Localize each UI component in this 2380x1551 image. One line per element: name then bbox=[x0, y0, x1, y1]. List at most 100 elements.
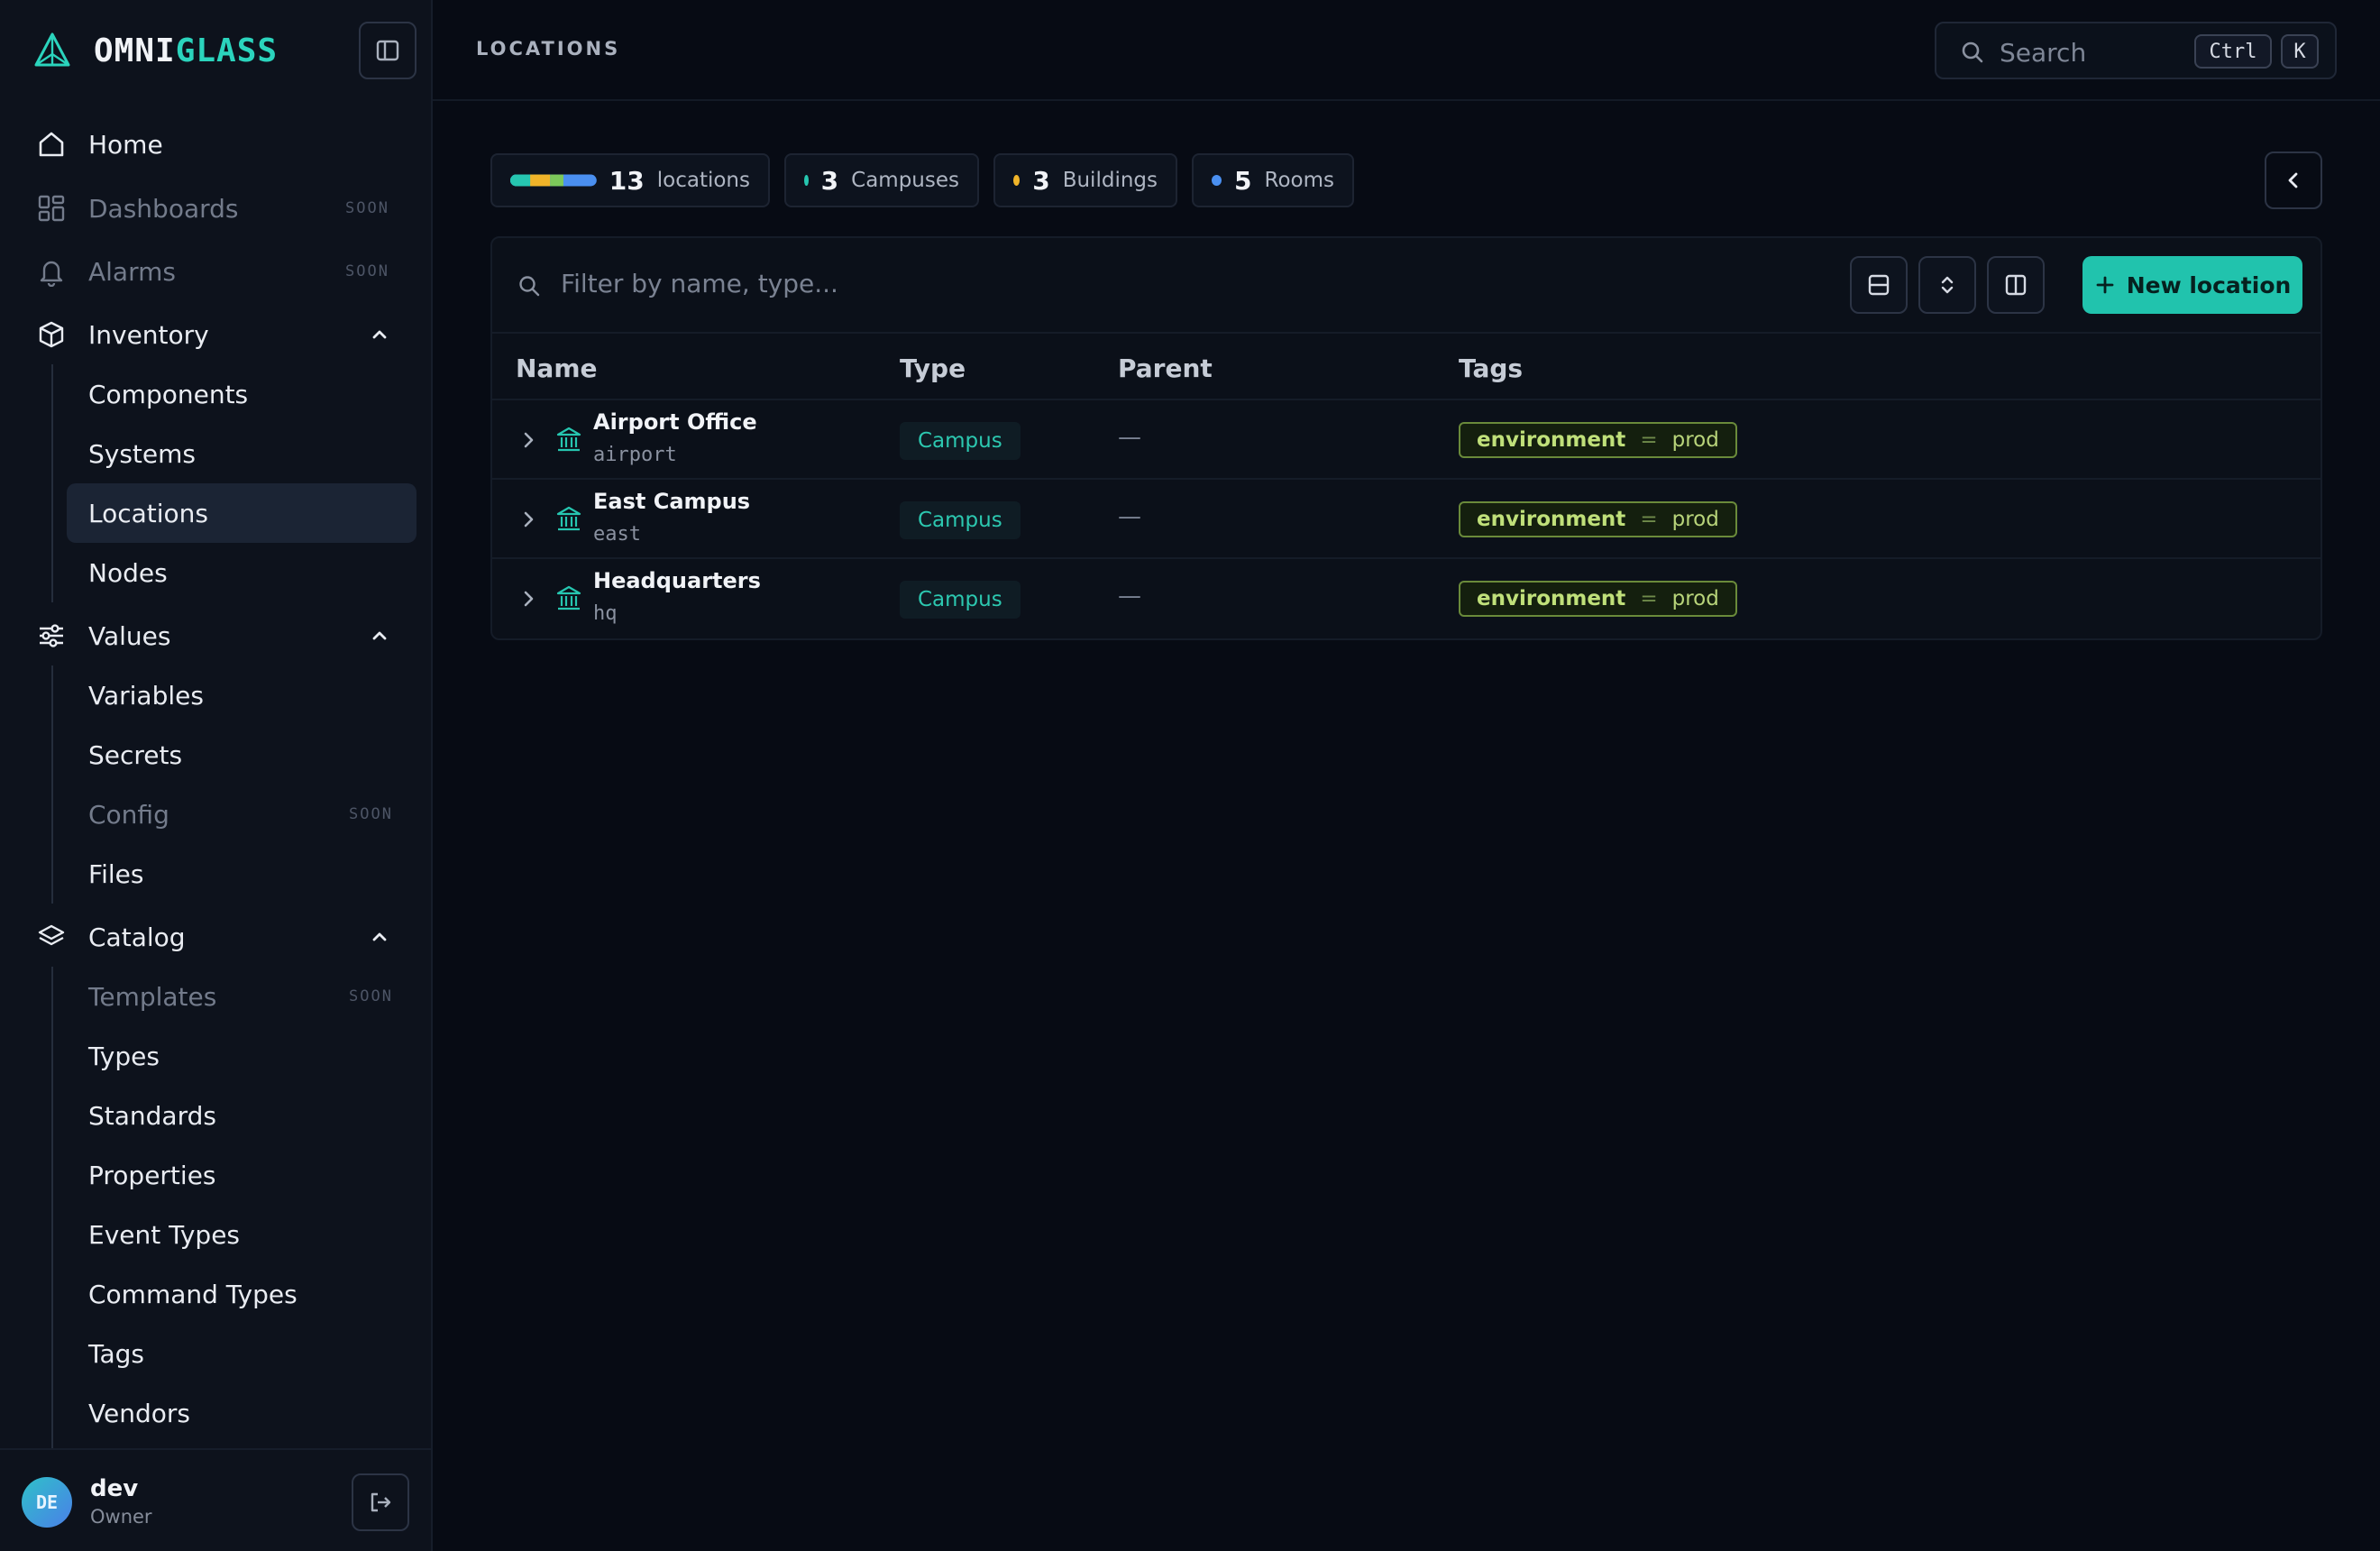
nav-vendors[interactable]: Vendors bbox=[67, 1383, 416, 1443]
global-search[interactable]: Search Ctrl K bbox=[1935, 22, 2337, 79]
omniglass-logo-icon bbox=[34, 32, 70, 67]
chevrons-up-down-icon bbox=[1941, 276, 1954, 294]
layers-icon bbox=[38, 924, 65, 946]
type-badge: Campus bbox=[900, 581, 1021, 619]
campus-building-icon bbox=[556, 427, 581, 452]
nav-values-label: Values bbox=[88, 620, 171, 651]
nav-tags[interactable]: Tags bbox=[67, 1324, 416, 1383]
chevron-up-icon bbox=[372, 330, 387, 339]
user-name: dev bbox=[90, 1475, 139, 1502]
shortcut-ctrl-key: Ctrl bbox=[2194, 34, 2272, 69]
nav-command-types-label: Command Types bbox=[88, 1279, 298, 1309]
user-role: Owner bbox=[90, 1506, 152, 1528]
nav-types[interactable]: Types bbox=[67, 1026, 416, 1086]
stat-rooms[interactable]: 5 Rooms bbox=[1192, 153, 1354, 207]
nav-files[interactable]: Files bbox=[67, 844, 416, 904]
stat-buildings-count: 3 bbox=[1032, 165, 1050, 196]
nav-values[interactable]: Values bbox=[34, 606, 413, 665]
tag-badge[interactable]: environment = prod bbox=[1459, 501, 1737, 537]
locations-panel: Filter by name, type... New location Nam… bbox=[490, 236, 2322, 640]
nav-home[interactable]: Home bbox=[34, 115, 413, 174]
columns-toggle-button[interactable] bbox=[1987, 256, 2045, 314]
nav-secrets[interactable]: Secrets bbox=[67, 725, 416, 785]
rows-layout-icon bbox=[1868, 274, 1890, 296]
chevron-right-icon[interactable] bbox=[517, 588, 539, 610]
nav-inventory[interactable]: Inventory bbox=[34, 305, 413, 364]
new-location-label: New location bbox=[2126, 271, 2292, 298]
type-badge: Campus bbox=[900, 501, 1021, 539]
nav-systems[interactable]: Systems bbox=[67, 424, 416, 483]
sliders-icon bbox=[40, 624, 63, 647]
location-name[interactable]: Headquarters bbox=[593, 568, 761, 593]
collapse-panel-button[interactable] bbox=[2265, 151, 2322, 209]
new-location-button[interactable]: New location bbox=[2082, 256, 2302, 314]
stat-campuses[interactable]: 3 Campuses bbox=[784, 153, 979, 207]
table-row[interactable]: East Campus east Campus — environment = pr… bbox=[492, 480, 2320, 559]
nav-locations[interactable]: Locations bbox=[67, 483, 416, 543]
stat-buildings[interactable]: 3 Buildings bbox=[993, 153, 1177, 207]
column-header-tags[interactable]: Tags bbox=[1459, 353, 1523, 383]
chevron-right-icon[interactable] bbox=[517, 509, 539, 530]
nav-catalog[interactable]: Catalog bbox=[34, 907, 413, 967]
bell-icon bbox=[40, 261, 63, 287]
avatar[interactable]: DE bbox=[22, 1477, 72, 1528]
nav-properties[interactable]: Properties bbox=[67, 1145, 416, 1205]
column-header-parent[interactable]: Parent bbox=[1118, 353, 1213, 383]
table-row[interactable]: Airport Office airport Campus — environm… bbox=[492, 400, 2320, 480]
building-dot-icon bbox=[1013, 175, 1021, 186]
soon-badge: SOON bbox=[345, 262, 389, 280]
nav-tags-label: Tags bbox=[88, 1338, 144, 1369]
nav-components[interactable]: Components bbox=[67, 364, 416, 424]
chevron-right-icon[interactable] bbox=[517, 429, 539, 451]
nav-alarms[interactable]: Alarms SOON bbox=[34, 242, 413, 301]
chevron-up-icon bbox=[372, 631, 387, 640]
stat-rooms-count: 5 bbox=[1234, 165, 1252, 196]
stat-buildings-label: Buildings bbox=[1062, 169, 1158, 192]
column-header-type[interactable]: Type bbox=[900, 353, 966, 383]
stat-total-locations: 13 locations bbox=[490, 153, 770, 207]
table-row[interactable]: Headquarters hq Campus — environment = pro… bbox=[492, 559, 2320, 638]
shortcut-k-key: K bbox=[2281, 34, 2319, 69]
nav-locations-label: Locations bbox=[88, 498, 209, 528]
logout-button[interactable] bbox=[352, 1473, 409, 1531]
nav-types-label: Types bbox=[88, 1041, 160, 1071]
filter-input[interactable]: Filter by name, type... bbox=[561, 269, 838, 298]
collapse-sidebar-button[interactable] bbox=[359, 22, 416, 79]
room-dot-icon bbox=[1212, 175, 1222, 186]
nav-variables[interactable]: Variables bbox=[67, 665, 416, 725]
stat-rooms-label: Rooms bbox=[1264, 169, 1334, 192]
location-slug: airport bbox=[593, 444, 677, 466]
stat-total-count: 13 bbox=[609, 165, 645, 196]
nav-components-label: Components bbox=[88, 379, 249, 409]
nav-config[interactable]: Config SOON bbox=[67, 785, 416, 844]
nav-variables-label: Variables bbox=[88, 680, 204, 711]
brand-logo[interactable]: OMNIGLASS bbox=[32, 27, 278, 74]
nav-dashboards[interactable]: Dashboards SOON bbox=[34, 179, 413, 238]
tag-badge[interactable]: environment = prod bbox=[1459, 422, 1737, 458]
plus-icon bbox=[2096, 276, 2114, 294]
nav-nodes[interactable]: Nodes bbox=[67, 543, 416, 602]
column-header-name[interactable]: Name bbox=[516, 353, 598, 383]
parent-cell: — bbox=[1118, 424, 1141, 451]
type-distribution-bar bbox=[510, 174, 597, 187]
tree-line bbox=[51, 967, 53, 1448]
nav-home-label: Home bbox=[88, 129, 163, 160]
search-icon bbox=[519, 276, 540, 297]
stat-campuses-label: Campuses bbox=[851, 169, 959, 192]
parent-cell: — bbox=[1118, 503, 1141, 530]
brand-name: OMNIGLASS bbox=[94, 32, 279, 69]
stat-campuses-count: 3 bbox=[820, 165, 839, 196]
top-bar: LOCATIONS Search Ctrl K bbox=[433, 0, 2380, 101]
location-name[interactable]: East Campus bbox=[593, 489, 750, 514]
tree-line bbox=[51, 364, 53, 602]
expand-collapse-button[interactable] bbox=[1918, 256, 1976, 314]
location-name[interactable]: Airport Office bbox=[593, 409, 757, 435]
tag-badge[interactable]: environment = prod bbox=[1459, 581, 1737, 617]
nav-standards[interactable]: Standards bbox=[67, 1086, 416, 1145]
home-icon bbox=[39, 132, 64, 157]
nav-command-types[interactable]: Command Types bbox=[67, 1264, 416, 1324]
density-toggle-button[interactable] bbox=[1850, 256, 1908, 314]
nav-templates[interactable]: Templates SOON bbox=[67, 967, 416, 1026]
nav-nodes-label: Nodes bbox=[88, 557, 168, 588]
nav-event-types[interactable]: Event Types bbox=[67, 1205, 416, 1264]
